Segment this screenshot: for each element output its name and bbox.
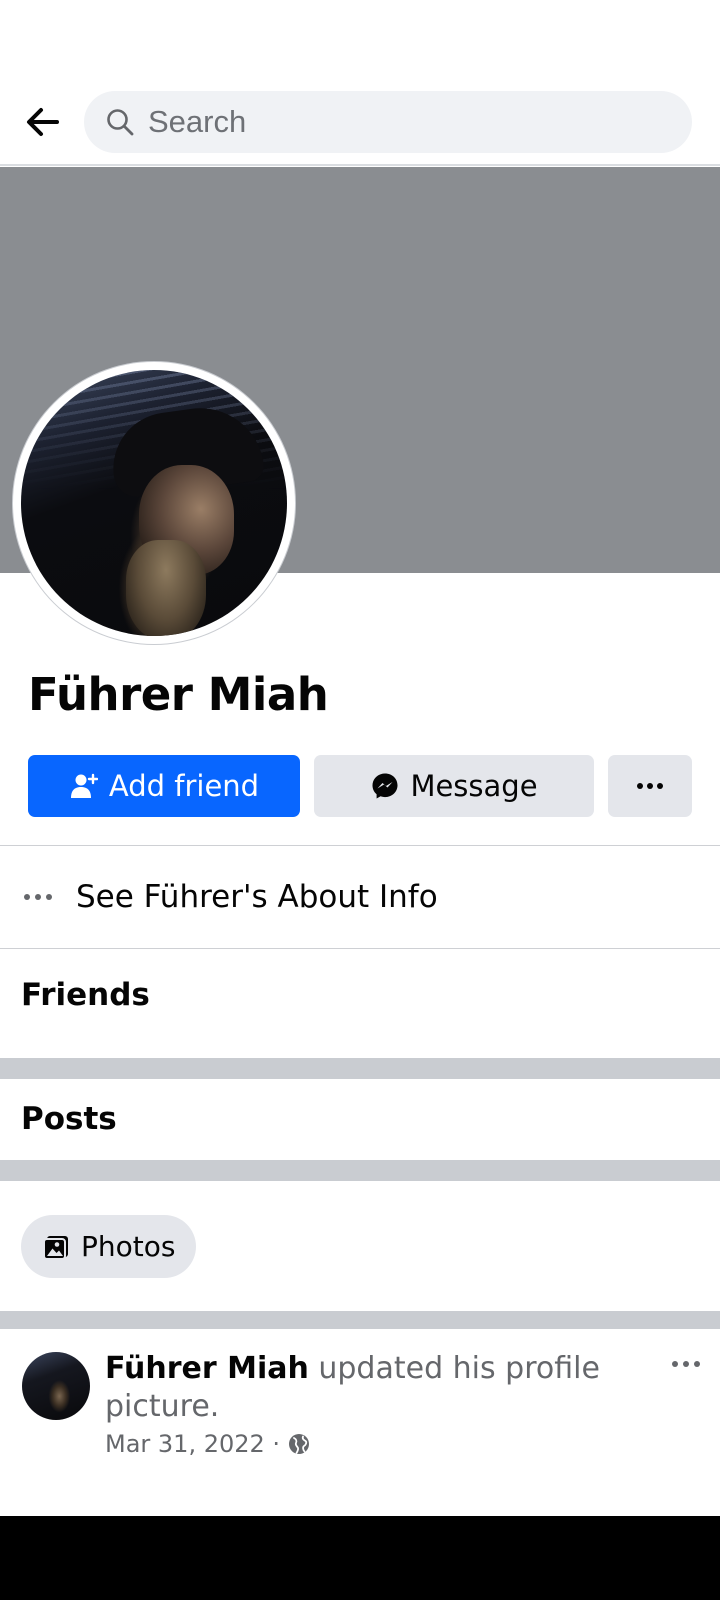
friends-section-title[interactable]: Friends — [21, 977, 150, 1013]
add-friend-label: Add friend — [108, 769, 260, 803]
post-author-avatar[interactable] — [22, 1352, 90, 1420]
more-dots-icon — [637, 783, 663, 789]
message-button[interactable]: Message — [314, 755, 594, 817]
search-icon — [104, 106, 136, 138]
posts-section-title: Posts — [21, 1101, 117, 1137]
divider — [0, 948, 720, 949]
photos-icon — [41, 1232, 71, 1262]
post-item: Führer Miah updated his profile picture.… — [0, 1330, 720, 1516]
globe-icon — [288, 1433, 310, 1455]
search-input[interactable] — [148, 104, 648, 140]
section-separator — [0, 1058, 720, 1079]
post-date[interactable]: Mar 31, 2022 · — [105, 1430, 280, 1458]
profile-picture-image — [21, 370, 287, 636]
top-bar — [0, 78, 720, 166]
photos-chip[interactable]: Photos — [21, 1215, 196, 1278]
system-navigation-bar — [0, 1516, 720, 1600]
status-bar — [0, 0, 720, 78]
add-person-icon — [69, 771, 99, 801]
profile-picture[interactable] — [13, 362, 295, 644]
message-label: Message — [410, 769, 538, 803]
more-options-button[interactable] — [608, 755, 692, 817]
section-separator — [0, 1160, 720, 1181]
post-meta: Mar 31, 2022 · — [105, 1430, 310, 1458]
about-info-label: See Führer's About Info — [76, 879, 438, 915]
back-button[interactable] — [18, 98, 66, 146]
post-header-text: Führer Miah updated his profile picture. — [105, 1350, 665, 1426]
more-dots-icon — [672, 1361, 700, 1367]
photos-label: Photos — [81, 1230, 176, 1263]
search-bar[interactable] — [84, 91, 692, 153]
post-author-name[interactable]: Führer Miah — [105, 1351, 309, 1386]
section-separator — [0, 1311, 720, 1329]
post-options-button[interactable] — [668, 1352, 704, 1376]
about-info-row[interactable]: See Führer's About Info — [0, 846, 720, 948]
more-dots-icon — [22, 893, 54, 901]
profile-name: Führer Miah — [28, 668, 329, 721]
back-arrow-icon — [27, 108, 59, 136]
messenger-icon — [370, 771, 400, 801]
add-friend-button[interactable]: Add friend — [28, 755, 300, 817]
